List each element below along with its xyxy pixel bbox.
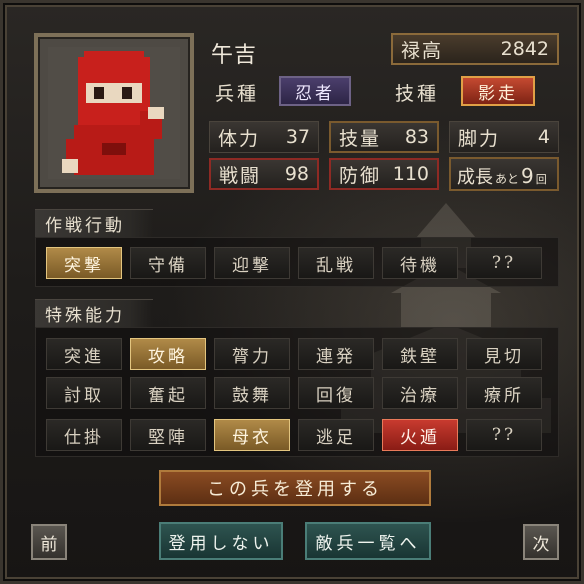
ability-unknown[interactable]: ?? [466,419,542,451]
stipend-label: 禄高 [401,39,444,62]
stat-combat: 戦闘 98 [209,158,319,190]
unit-portrait [34,33,194,193]
tactic-button-unknown[interactable]: ?? [466,247,542,279]
abilities-title: 特殊能力 [35,299,153,327]
stat-defense-value: 110 [392,163,429,185]
ability-heal[interactable]: 治療 [382,377,458,409]
growth-value: 9 [521,164,534,188]
ability-firm-formation[interactable]: 堅陣 [130,419,206,451]
ability-evade[interactable]: 見切 [466,338,542,370]
ability-escape[interactable]: 逃足 [298,419,374,451]
growth-box: 成長 あと 9 回 [449,157,559,191]
ability-rush[interactable]: 突進 [46,338,122,370]
unit-name: 午吉 [211,43,258,68]
stat-leg: 脚力 4 [449,121,559,153]
stat-defense-label: 防御 [339,164,382,187]
ability-recover[interactable]: 回復 [298,377,374,409]
tactics-title: 作戦行動 [35,209,153,237]
stipend-box: 禄高 2842 [391,33,559,65]
troop-type-label: 兵種 [215,83,260,105]
growth-label: 成長 [457,167,493,188]
tactic-button-charge[interactable]: 突撃 [46,247,122,279]
skill-type-badge: 影走 [461,76,535,106]
stat-skill-label: 技量 [339,127,382,150]
ability-strength[interactable]: 膂力 [214,338,290,370]
stat-defense: 防御 110 [329,158,439,190]
decline-button[interactable]: 登用しない [159,522,283,560]
ability-siege[interactable]: 攻略 [130,338,206,370]
ability-horo[interactable]: 母衣 [214,419,290,451]
stat-leg-value: 4 [537,126,550,148]
troop-type-badge: 忍者 [279,76,351,106]
hire-button[interactable]: この兵を登用する [159,470,431,506]
ability-rally[interactable]: 奮起 [130,377,206,409]
enemy-list-button[interactable]: 敵兵一覧へ [305,522,431,560]
growth-prefix: あと [495,172,520,186]
ability-slay[interactable]: 討取 [46,377,122,409]
tactic-button-wait[interactable]: 待機 [382,247,458,279]
stat-hp-value: 37 [285,126,310,148]
stat-combat-label: 戦闘 [219,164,262,187]
ability-trap[interactable]: 仕掛 [46,419,122,451]
ability-rapid-fire[interactable]: 連発 [298,338,374,370]
unit-detail-panel: 午吉 禄高 2842 兵種 忍者 技種 影走 体力 37 技量 83 脚力 4 … [0,0,584,584]
ninja-portrait-icon [48,47,180,179]
stat-hp-label: 体力 [218,127,261,150]
tactic-button-intercept[interactable]: 迎撃 [214,247,290,279]
ability-iron-wall[interactable]: 鉄壁 [382,338,458,370]
ability-clinic[interactable]: 療所 [466,377,542,409]
ability-inspire[interactable]: 鼓舞 [214,377,290,409]
ability-fire-escape[interactable]: 火遁 [382,419,458,451]
prev-button[interactable]: 前 [31,524,67,560]
growth-unit: 回 [535,173,547,186]
tactic-button-melee[interactable]: 乱戦 [298,247,374,279]
skill-type-label: 技種 [395,83,440,105]
stat-leg-label: 脚力 [458,127,501,150]
next-button[interactable]: 次 [523,524,559,560]
stat-combat-value: 98 [284,163,309,185]
stipend-value: 2842 [500,38,549,60]
tactic-button-guard[interactable]: 守備 [130,247,206,279]
stat-hp: 体力 37 [209,121,319,153]
stat-skill-value: 83 [404,126,429,148]
stat-skill: 技量 83 [329,121,439,153]
